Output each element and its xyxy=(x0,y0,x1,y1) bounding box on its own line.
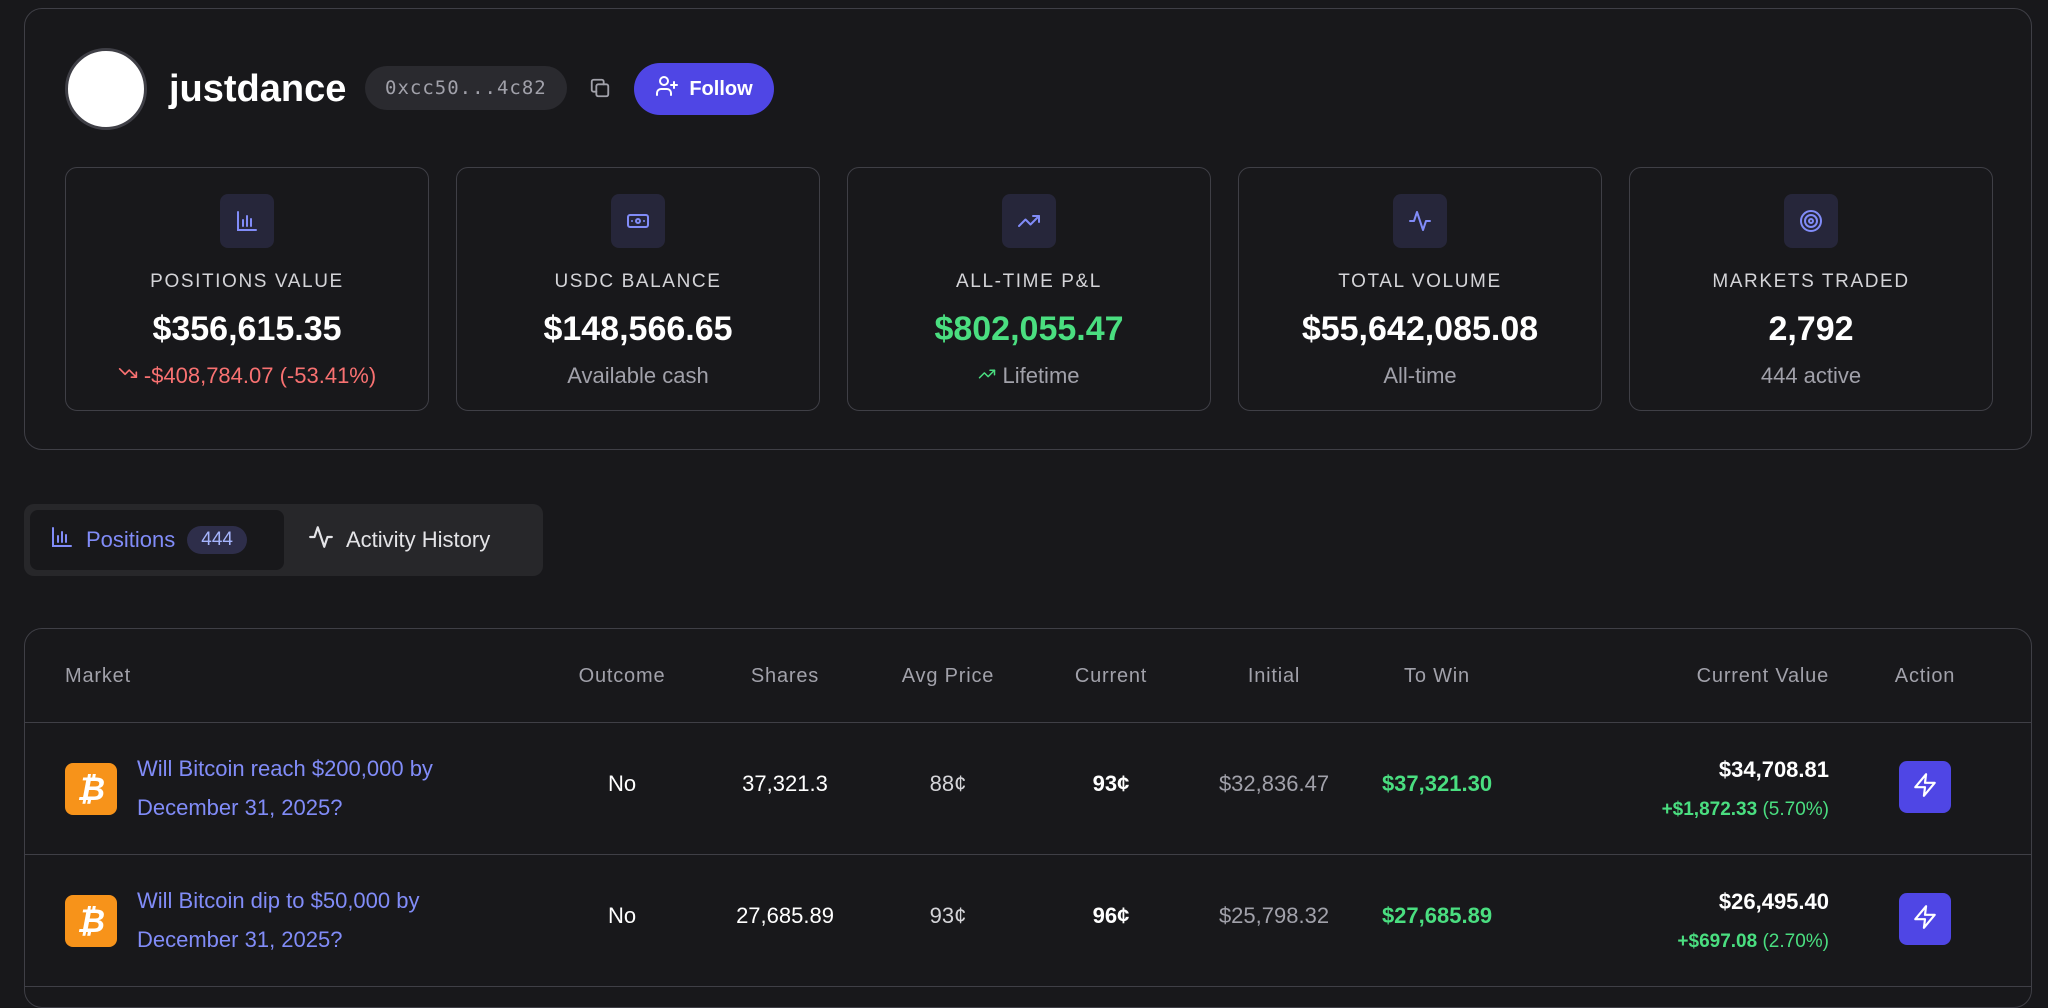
target-icon xyxy=(1784,194,1838,248)
positions-count-badge: 444 xyxy=(187,526,247,554)
stat-sub: Available cash xyxy=(567,363,709,388)
value-change: +$697.08 (2.70%) xyxy=(1677,931,1829,953)
current-price-cell: 93¢ xyxy=(1092,771,1130,796)
bar-chart-icon xyxy=(50,525,74,555)
stat-sub: -$408,784.07 (-53.41%) xyxy=(66,363,428,389)
trending-down-icon xyxy=(118,363,138,389)
stat-value: $148,566.65 xyxy=(543,310,733,348)
lightning-icon xyxy=(1912,904,1938,935)
column-header-market[interactable]: Market xyxy=(65,665,131,688)
column-header-current[interactable]: Current xyxy=(1075,665,1147,688)
column-header-current-value[interactable]: Current Value xyxy=(1697,665,1829,688)
value-change-amount: +$697.08 xyxy=(1677,931,1758,952)
current-price-cell: 96¢ xyxy=(1092,903,1130,928)
tab-positions[interactable]: Positions 444 xyxy=(30,510,284,570)
stat-card-positions-value: POSITIONS VALUE $356,615.35 -$408,784.07… xyxy=(65,167,429,411)
stat-card-total-volume: TOTAL VOLUME $55,642,085.08 All-time xyxy=(1238,167,1602,411)
column-header-avg-price[interactable]: Avg Price xyxy=(902,665,994,688)
column-header-outcome[interactable]: Outcome xyxy=(579,665,666,688)
market-link[interactable]: Will Bitcoin reach $200,000 by December … xyxy=(137,749,517,827)
to-win-cell: $37,321.30 xyxy=(1381,771,1493,796)
stat-sub: All-time xyxy=(1383,363,1457,388)
activity-icon xyxy=(1393,194,1447,248)
to-win-cell: $27,685.89 xyxy=(1381,903,1493,928)
stat-value: $802,055.47 xyxy=(934,310,1124,348)
stat-label: MARKETS TRADED xyxy=(1712,271,1910,292)
outcome-cell: No xyxy=(607,771,637,796)
follow-label: Follow xyxy=(689,77,753,100)
avg-price-cell: 93¢ xyxy=(929,903,967,928)
value-change-percent: (2.70%) xyxy=(1762,931,1829,952)
current-value-cell: $26,495.40 xyxy=(1718,889,1829,914)
outcome-cell: No xyxy=(607,903,637,928)
stat-label: POSITIONS VALUE xyxy=(150,271,344,292)
table-row: ₿ Will Bitcoin dip to $50,000 by Decembe… xyxy=(25,855,2031,987)
column-header-shares[interactable]: Shares xyxy=(751,665,819,688)
avg-price-cell: 88¢ xyxy=(929,771,967,796)
tab-bar: Positions 444 Activity History xyxy=(24,504,543,576)
table-header: Market Outcome Shares Avg Price Current … xyxy=(25,629,2031,723)
trending-up-icon xyxy=(1002,194,1056,248)
activity-icon xyxy=(308,524,334,556)
follow-button[interactable]: Follow xyxy=(634,63,774,115)
column-header-initial[interactable]: Initial xyxy=(1248,665,1300,688)
stat-value: 2,792 xyxy=(1768,310,1854,348)
positions-table: Market Outcome Shares Avg Price Current … xyxy=(24,628,2032,1008)
shares-cell: 37,321.3 xyxy=(742,771,828,796)
bitcoin-icon: ₿ xyxy=(65,895,117,947)
avatar xyxy=(65,48,147,130)
tab-label: Activity History xyxy=(346,527,491,552)
username: justdance xyxy=(169,68,347,110)
stat-sub-text: -$408,784.07 (-53.41%) xyxy=(143,363,377,388)
bitcoin-icon: ₿ xyxy=(65,763,117,815)
stat-card-markets-traded: MARKETS TRADED 2,792 444 active xyxy=(1629,167,1993,411)
stat-card-all-time-pnl: ALL-TIME P&L $802,055.47 Lifetime xyxy=(847,167,1211,411)
quick-trade-button[interactable] xyxy=(1899,893,1951,945)
trending-up-icon xyxy=(978,363,996,389)
bar-chart-icon xyxy=(220,194,274,248)
copy-icon[interactable] xyxy=(587,75,613,101)
stat-value: $55,642,085.08 xyxy=(1301,310,1539,348)
wallet-address: 0xcc50...4c82 xyxy=(365,66,567,110)
shares-cell: 27,685.89 xyxy=(736,903,834,928)
stat-sub-text: Lifetime xyxy=(1002,363,1080,388)
column-header-action: Action xyxy=(1894,665,1956,687)
lightning-icon xyxy=(1912,772,1938,803)
initial-cell: $32,836.47 xyxy=(1218,771,1330,796)
stat-sub: Lifetime xyxy=(848,363,1210,389)
initial-cell: $25,798.32 xyxy=(1218,903,1330,928)
quick-trade-button[interactable] xyxy=(1899,761,1951,813)
column-header-to-win[interactable]: To Win xyxy=(1404,665,1470,688)
stat-card-usdc-balance: USDC BALANCE $148,566.65 Available cash xyxy=(456,167,820,411)
stat-label: USDC BALANCE xyxy=(554,271,722,292)
market-link[interactable]: Will Bitcoin dip to $50,000 by December … xyxy=(137,881,517,959)
stat-sub: 444 active xyxy=(1760,363,1862,388)
cash-icon xyxy=(611,194,665,248)
profile-card: justdance 0xcc50...4c82 Follow POSITIONS… xyxy=(24,8,2032,450)
tab-activity-history[interactable]: Activity History xyxy=(308,510,538,570)
stat-label: ALL-TIME P&L xyxy=(956,271,1102,292)
value-change-percent: (5.70%) xyxy=(1762,799,1829,820)
value-change: +$1,872.33 (5.70%) xyxy=(1662,799,1829,821)
current-value-cell: $34,708.81 xyxy=(1718,757,1829,782)
stat-label: TOTAL VOLUME xyxy=(1338,271,1502,292)
tab-label: Positions xyxy=(86,527,176,552)
stat-value: $356,615.35 xyxy=(152,310,342,348)
user-plus-icon xyxy=(655,74,679,104)
table-row: ₿ Will Bitcoin reach $200,000 by Decembe… xyxy=(25,723,2031,855)
value-change-amount: +$1,872.33 xyxy=(1661,799,1758,820)
